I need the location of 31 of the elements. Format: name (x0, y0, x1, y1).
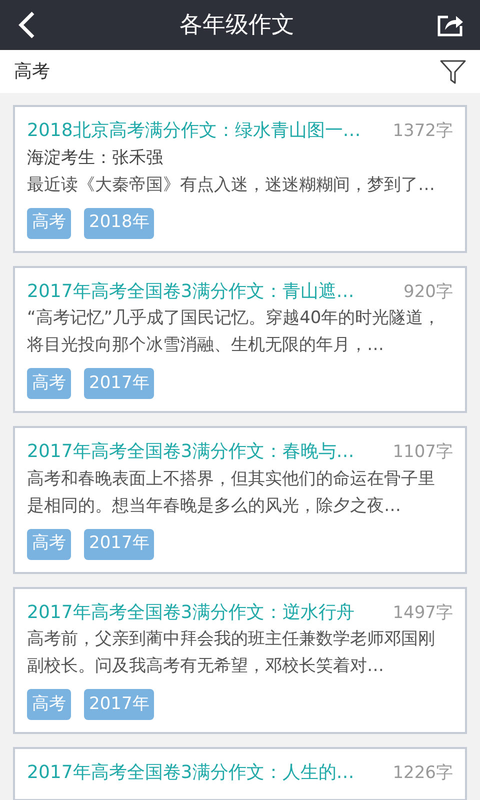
word-count: 1372字 (392, 120, 453, 143)
article-card[interactable]: 2017年高考全国卷3满分作文：人生的… 1226字 (13, 747, 467, 800)
filter-label: 高考 (14, 60, 50, 84)
article-excerpt: 最近读《大秦帝国》有点入迷，迷迷糊糊间，梦到了… (27, 174, 436, 196)
article-title: 2018北京高考满分作文：绿水青山图一… (27, 119, 361, 143)
tag[interactable]: 高考 (27, 689, 71, 720)
tag[interactable]: 高考 (27, 368, 71, 399)
article-card[interactable]: 2018北京高考满分作文：绿水青山图一… 1372字 海淀考生：张禾强 最近读《大秦帝国》有点入迷，迷迷糊糊间，梦到了… 高考 2018年 (13, 105, 467, 252)
article-card[interactable]: 2017年高考全国卷3满分作文：逆水行舟 1497字 高考前，父亲到蔺中拜会我的班主任兼数学老师邓国刚副校长。问及我高考有无希望，邓校长笑着对… 高考 2017年 (13, 586, 467, 734)
article-card[interactable]: 2017年高考全国卷3满分作文：春晚与… 1107字 高考和春晚表面上不搭界，但其实他们的命运在骨子里是相同的。想当年春晚是多么的风光，除夕之夜… 高考 2017年 (13, 426, 467, 574)
word-count: 1226字 (392, 762, 453, 785)
tag[interactable]: 2017年 (84, 528, 154, 560)
tag[interactable]: 高考 (27, 528, 71, 560)
word-count: 920字 (404, 280, 453, 304)
article-title: 2017年高考全国卷3满分作文：人生的… (27, 761, 354, 785)
window-title: 各年级作文 (180, 10, 294, 40)
article-excerpt: 高考和春晚表面上不搭界，但其实他们的命运在骨子里是相同的。想当年春晚是多么的风光，除夕之夜… (27, 468, 436, 518)
article-card[interactable]: 2017年高考全国卷3满分作文：青山遮… 920字 “高考记忆”几乎成了国民记忆。穿越40年的时光隧道，将目光投向那个冰雪消融、生机无限的年月，… 高考 2017年 (13, 266, 467, 413)
tag[interactable]: 2017年 (84, 689, 154, 720)
article-excerpt: 高考前，父亲到蔺中拜会我的班主任兼数学老师邓国刚副校长。问及我高考有无希望，邓校长笑着对… (27, 628, 436, 678)
article-title: 2017年高考全国卷3满分作文：春晚与… (27, 440, 354, 464)
article-author: 海淀考生：张禾强 (27, 146, 164, 170)
word-count: 1107字 (392, 441, 453, 464)
filter-icon[interactable] (440, 58, 466, 84)
tag[interactable]: 2018年 (84, 208, 154, 238)
word-count: 1497字 (392, 602, 453, 624)
tag[interactable]: 高考 (27, 208, 71, 238)
tag[interactable]: 2017年 (84, 368, 154, 399)
article-title: 2017年高考全国卷3满分作文：青山遮… (27, 280, 354, 304)
article-title: 2017年高考全国卷3满分作文：逆水行舟 (27, 600, 354, 624)
article-excerpt: “高考记忆”几乎成了国民记忆。穿越40年的时光隧道，将目光投向那个冰雪消融、生机无限的年月，… (27, 307, 442, 357)
